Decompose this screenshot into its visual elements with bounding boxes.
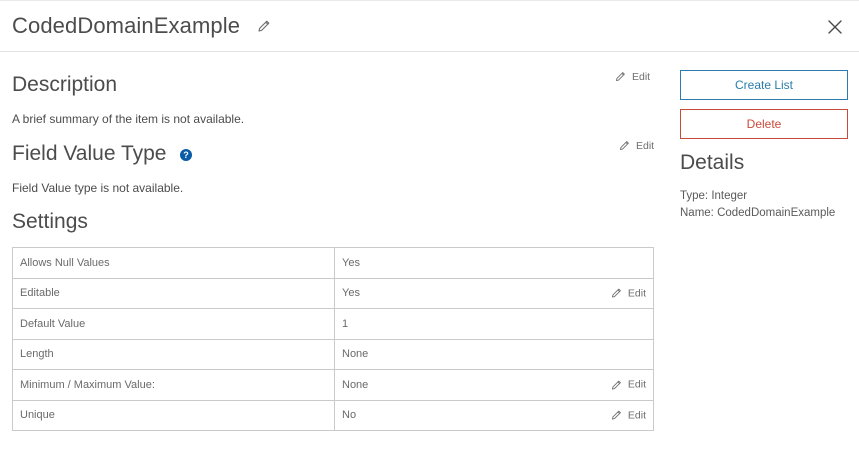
settings-row: Editable Yes Edit xyxy=(12,277,654,309)
edit-label: Edit xyxy=(627,378,646,391)
detail-type: Type: Integer xyxy=(680,190,748,202)
settings-label: Minimum / Maximum Value: xyxy=(12,369,335,401)
edit-label: Edit xyxy=(632,70,651,83)
settings-table: Allows Null Values Yes Editable Yes Edit Defa… xyxy=(12,247,654,431)
settings-edit-button[interactable]: Edit xyxy=(610,287,646,300)
pencil-icon xyxy=(611,380,621,390)
details-heading: Details xyxy=(680,151,745,174)
settings-value-cell: None xyxy=(334,338,654,370)
edit-label: Edit xyxy=(627,409,646,422)
field-value-type-heading: Field Value Type xyxy=(12,142,167,165)
page-title: CodedDomainExample xyxy=(12,13,241,38)
settings-value: None xyxy=(342,378,369,391)
settings-value: Yes xyxy=(342,287,360,300)
settings-label: Allows Null Values xyxy=(12,247,335,279)
pencil-icon xyxy=(615,72,625,82)
settings-row: Default Value 1 xyxy=(12,308,654,340)
close-icon[interactable] xyxy=(826,18,844,36)
page-header: CodedDomainExample xyxy=(0,0,859,52)
settings-label: Unique xyxy=(12,399,335,431)
create-list-button[interactable]: Create List xyxy=(680,70,848,100)
settings-edit-button[interactable]: Edit xyxy=(610,378,646,391)
settings-edit-button[interactable]: Edit xyxy=(610,409,646,422)
settings-row: Unique No Edit xyxy=(12,399,654,431)
field-value-type-text: Field Value type is not available. xyxy=(12,181,184,195)
settings-label: Editable xyxy=(12,277,335,309)
settings-value: No xyxy=(342,409,357,422)
description-edit-button[interactable]: Edit xyxy=(614,70,650,83)
settings-value: 1 xyxy=(342,317,349,330)
pencil-icon xyxy=(611,410,621,420)
description-text: A brief summary of the item is not avail… xyxy=(12,112,245,126)
help-icon[interactable]: ? xyxy=(180,149,192,161)
settings-row: Length None xyxy=(12,338,654,370)
field-value-type-edit-button[interactable]: Edit xyxy=(618,139,654,152)
description-heading: Description xyxy=(12,73,118,96)
settings-value-cell: No Edit xyxy=(334,399,654,431)
item-details-page: CodedDomainExample Description Edit A br… xyxy=(0,0,859,476)
settings-value: None xyxy=(342,348,369,361)
pencil-icon xyxy=(611,288,621,298)
detail-name: Name: CodedDomainExample xyxy=(680,207,836,219)
settings-value-cell: Yes xyxy=(334,247,654,279)
settings-heading: Settings xyxy=(12,210,88,233)
settings-label: Default Value xyxy=(12,308,335,340)
settings-value-cell: 1 xyxy=(334,308,654,340)
settings-value: Yes xyxy=(342,256,360,269)
settings-value-cell: Yes Edit xyxy=(334,277,654,309)
settings-row: Allows Null Values Yes xyxy=(12,247,654,279)
edit-label: Edit xyxy=(636,139,655,152)
edit-label: Edit xyxy=(627,287,646,300)
pencil-icon[interactable] xyxy=(256,18,272,34)
delete-button[interactable]: Delete xyxy=(680,109,848,139)
pencil-icon xyxy=(619,141,629,151)
settings-row: Minimum / Maximum Value: None Edit xyxy=(12,369,654,401)
settings-label: Length xyxy=(12,338,335,370)
settings-value-cell: None Edit xyxy=(334,369,654,401)
